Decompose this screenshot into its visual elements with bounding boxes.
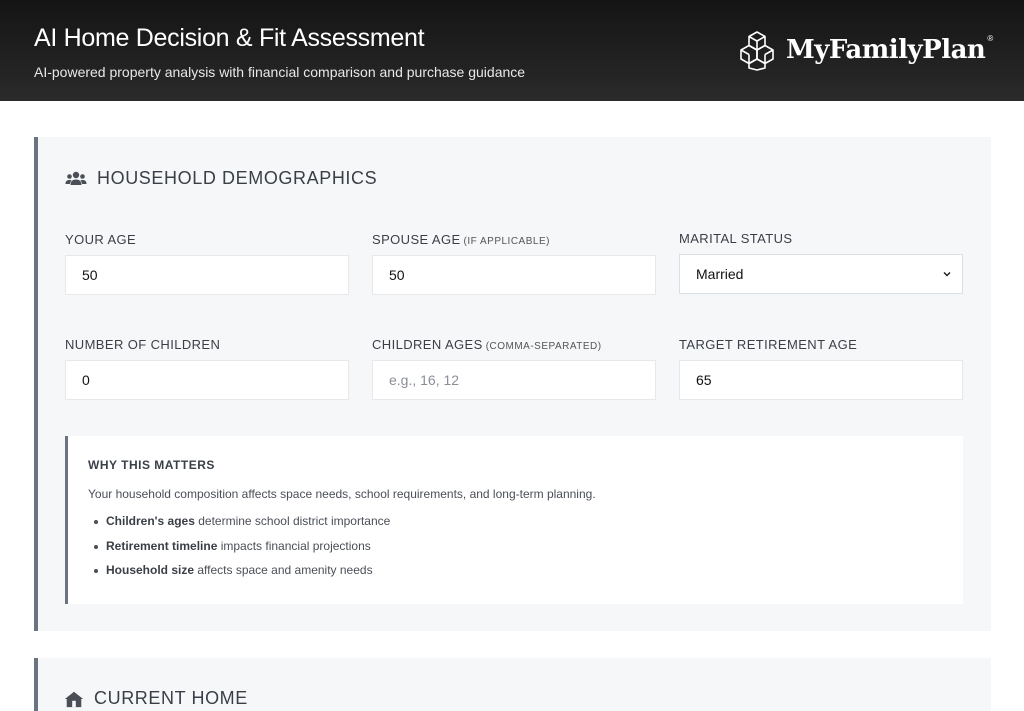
home-icon (64, 691, 84, 707)
your-age-value: 50 (82, 267, 98, 283)
registered-mark: ® (987, 34, 994, 43)
marital-status-label-text: MARITAL STATUS (679, 231, 793, 246)
spouse-age-input[interactable]: 50 (372, 255, 656, 295)
page-title: AI Home Decision & Fit Assessment (34, 24, 425, 52)
target-retirement-age-label: TARGET RETIREMENT AGE (679, 337, 857, 352)
household-demographics-header: HOUSEHOLD DEMOGRAPHICS (65, 168, 377, 189)
users-icon (65, 171, 87, 185)
number-of-children-label: NUMBER OF CHILDREN (65, 337, 220, 352)
info-list: Children's ages determine school distric… (94, 514, 390, 588)
hexagon-cubes-logo-icon (740, 31, 774, 71)
spouse-age-label-text: SPOUSE AGE (372, 232, 461, 247)
your-age-label-text: YOUR AGE (65, 232, 137, 247)
why-this-matters-box: WHY THIS MATTERS Your household composit… (65, 436, 963, 604)
chevron-down-icon (943, 271, 951, 277)
target-retirement-age-input[interactable]: 65 (679, 360, 963, 400)
page-subtitle: AI-powered property analysis with financ… (34, 64, 526, 80)
section-title: CURRENT HOME (94, 688, 248, 708)
your-age-input[interactable]: 50 (65, 255, 349, 295)
number-of-children-value: 0 (82, 372, 90, 388)
children-ages-label: CHILDREN AGES (COMMA-SEPARATED) (372, 337, 602, 352)
info-title: WHY THIS MATTERS (88, 458, 215, 472)
list-item-bold: Retirement timeline (106, 538, 218, 553)
list-item-text: affects space and amenity needs (194, 563, 373, 577)
target-retirement-age-value: 65 (696, 372, 712, 388)
marital-status-select[interactable]: Married (679, 254, 963, 294)
list-item-text: determine school district importance (194, 514, 391, 528)
section-title: HOUSEHOLD DEMOGRAPHICS (97, 168, 378, 188)
list-item-bold: Household size (106, 563, 195, 577)
target-retirement-age-label-text: TARGET RETIREMENT AGE (679, 337, 858, 352)
number-of-children-label-text: NUMBER OF CHILDREN (65, 337, 221, 352)
brand-name: MyFamilyPlan (786, 35, 986, 65)
spouse-age-hint: (IF APPLICABLE) (463, 236, 550, 247)
children-ages-input[interactable]: e.g., 16, 12 (372, 360, 656, 400)
current-home-header: CURRENT HOME (64, 688, 248, 709)
spouse-age-label: SPOUSE AGE (IF APPLICABLE) (372, 232, 550, 247)
list-item-text: impacts financial projections (217, 538, 371, 553)
list-item: Retirement timeline impacts financial pr… (94, 539, 390, 564)
spouse-age-value: 50 (389, 267, 405, 283)
app-header: AI Home Decision & Fit Assessment AI-pow… (0, 0, 1024, 101)
number-of-children-input[interactable]: 0 (65, 360, 349, 400)
children-ages-hint: (COMMA-SEPARATED) (485, 341, 602, 352)
marital-status-label: MARITAL STATUS (679, 231, 792, 246)
children-ages-placeholder: e.g., 16, 12 (389, 372, 460, 388)
info-description: Your household composition affects space… (88, 487, 596, 501)
children-ages-label-text: CHILDREN AGES (372, 337, 483, 352)
list-item-bold: Children's ages (106, 514, 195, 528)
list-item: Household size affects space and amenity… (94, 563, 390, 588)
brand-logo[interactable]: MyFamilyPlan ® (736, 28, 993, 72)
your-age-label: YOUR AGE (65, 232, 136, 247)
marital-status-value: Married (696, 266, 744, 282)
list-item: Children's ages determine school distric… (94, 514, 390, 539)
